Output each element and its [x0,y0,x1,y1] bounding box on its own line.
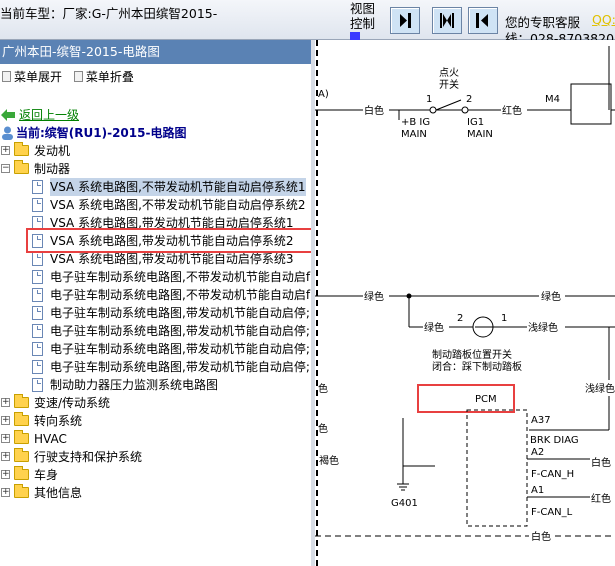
document-icon [32,324,43,338]
m4-label: M4 [545,94,560,105]
brk-diag-label: BRK DIAG [530,435,579,446]
user-icon [2,126,13,140]
main-label-1: MAIN [401,129,427,140]
bplus-ig-label: +B IG [401,117,430,128]
pcm-highlight [417,384,515,413]
sidebar-header: 广州本田-缤智-2015-电路图 [0,40,311,64]
label-a-paren: A) [318,89,329,100]
pin-1: 1 [426,94,432,105]
expand-plus-icon: + [1,145,10,155]
document-icon [32,360,43,374]
wiring-diagram: A) 白色 点火 开关 1 2 +B IG MAIN IG1 MAIN 红色 M… [315,40,615,566]
ignition-label: 点火 [439,67,459,79]
document-icon [32,378,43,392]
document-icon [32,180,43,194]
bar-play-left-icon [476,13,488,28]
expand-all-button[interactable]: 菜单展开 [2,70,62,84]
pin-a1: A1 [531,485,544,496]
fcan-h-label: F-CAN_H [531,469,574,480]
fcan-l-label: F-CAN_L [531,507,573,518]
document-icon [32,252,43,266]
collapse-minus-icon: − [1,163,10,173]
document-icon [32,198,43,212]
wire-color-green-left: 绿色 [364,290,384,303]
collapse-all-button[interactable]: 菜单折叠 [73,70,134,84]
expand-plus-icon: + [1,469,10,479]
folder-icon [14,430,29,444]
brake-closed-label: 闭合：踩下制动踏板 [432,360,522,373]
expand-plus-icon: + [1,487,10,497]
folder-icon [14,142,29,156]
expand-plus-icon: + [1,415,10,425]
pcm-label: PCM [475,394,497,405]
expand-icon [2,71,11,82]
document-icon [32,342,43,356]
document-icon [32,270,43,284]
brake-switch-label: 制动踏板位置开关 [432,348,512,361]
folder-icon [14,448,29,462]
wire-color-white-2: 白色 [591,456,611,469]
pin-2: 2 [466,94,472,105]
color-label-2: 色 [318,422,328,435]
ground-g401: G401 [391,498,418,509]
color-label-1: 色 [318,382,328,395]
folder-icon [14,394,29,408]
highlight-box [26,228,311,253]
switch-label: 开关 [439,78,459,91]
open-folder-icon [14,160,29,174]
current-vehicle-label: 当前车型：厂家:G-广州本田缤智2015- [0,6,218,21]
wire-color-green-right: 绿色 [541,290,561,303]
top-toolbar: 当前车型：厂家:G-广州本田缤智2015- 视图控制 您的专职客服 QQ: 线：… [0,0,615,46]
wire-color-lightgreen: 浅绿色 [528,321,558,334]
document-icon [32,288,43,302]
sidebar: 广州本田-缤智-2015-电路图 菜单展开 菜单折叠 返回上一级 当前:缤智(R… [0,40,311,566]
back-arrow-icon [1,109,15,121]
wire-color-red-2: 红色 [591,492,611,505]
view-control-indicator [350,32,360,40]
wire-color-brown: 褐色 [319,454,339,467]
wire-color-white: 白色 [364,104,384,117]
pin-2b: 2 [457,313,463,324]
qq-link[interactable]: QQ: [592,12,615,27]
wire-color-white-3: 白色 [531,530,551,543]
left-stop-button[interactable] [390,7,420,34]
view-control-label: 视图控制 [350,1,376,31]
expand-plus-icon: + [1,433,10,443]
wire-color-red: 红色 [502,104,522,117]
expand-plus-icon: + [1,397,10,407]
menu-ops: 菜单展开 菜单折叠 [0,64,311,90]
double-triangle-icon [440,13,454,28]
right-stop-button[interactable] [468,7,498,34]
fit-button[interactable] [432,7,462,34]
wire-color-lightgreen-2: 浅绿色 [585,382,615,395]
main-label-2: MAIN [467,129,493,140]
folder-icon [14,412,29,426]
wire-color-green-2: 绿色 [424,321,444,334]
folder-icon [14,484,29,498]
collapse-icon [73,71,83,82]
play-right-to-bar-icon [400,13,411,28]
pin-a37: A37 [531,415,551,426]
ig1-label: IG1 [467,117,484,128]
document-icon [32,306,43,320]
folder-icon [14,466,29,480]
pin-1b: 1 [501,313,507,324]
expand-plus-icon: + [1,451,10,461]
pin-a2: A2 [531,447,544,458]
